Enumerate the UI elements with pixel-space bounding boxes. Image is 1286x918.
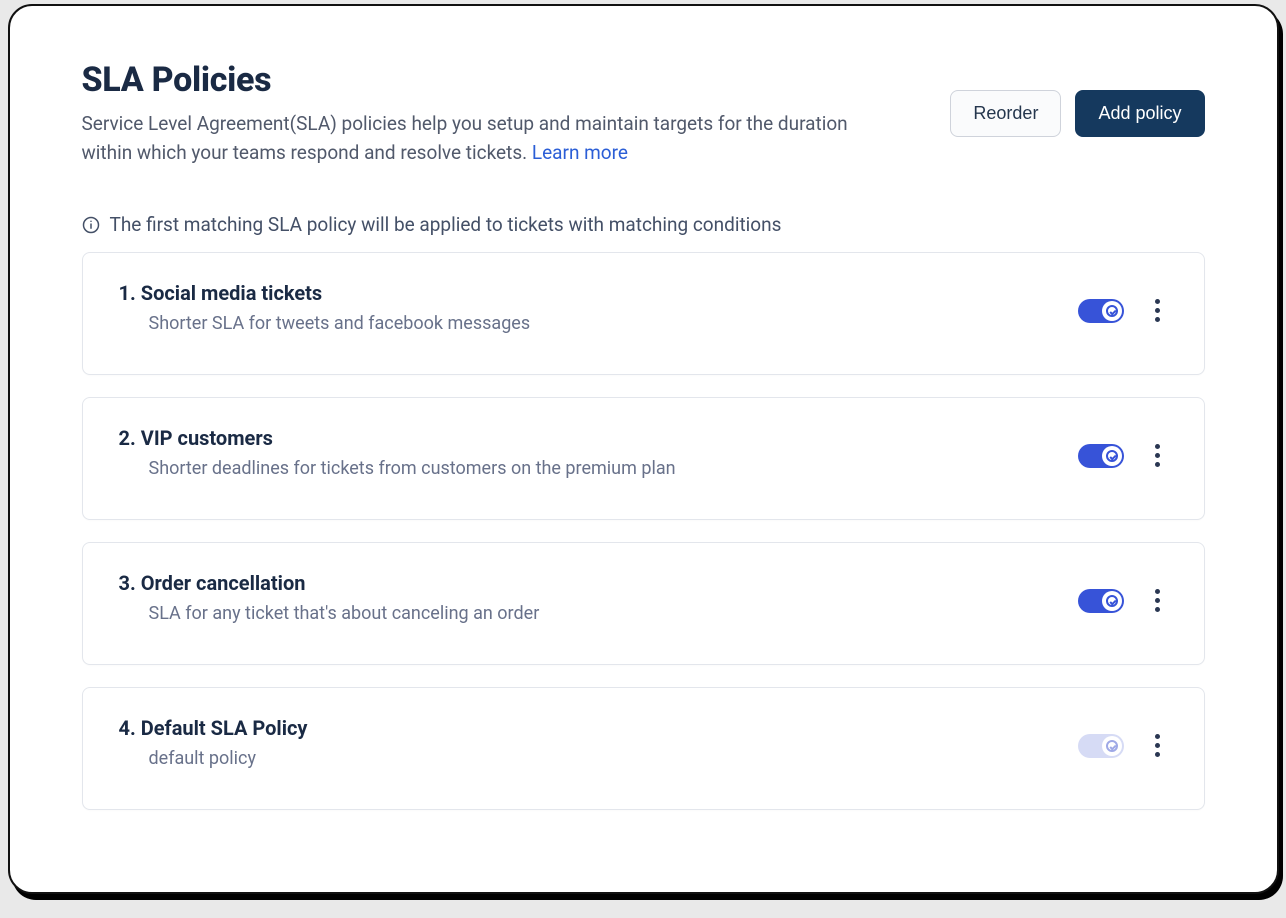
toggle-knob — [1102, 446, 1122, 466]
policy-card[interactable]: 1. Social media tickets Shorter SLA for t… — [82, 252, 1205, 375]
info-icon — [82, 216, 100, 234]
policy-name: Default SLA Policy — [141, 716, 308, 740]
policy-toggle[interactable] — [1078, 299, 1124, 323]
reorder-button[interactable]: Reorder — [950, 90, 1061, 137]
check-icon — [1106, 595, 1118, 607]
kebab-menu-icon[interactable] — [1148, 295, 1168, 326]
policy-title: 1. Social media tickets — [119, 281, 1058, 305]
policy-info: 2. VIP customers Shorter deadlines for ti… — [119, 426, 1058, 479]
subtitle-text: Service Level Agreement(SLA) policies he… — [82, 112, 848, 164]
toggle-knob — [1102, 591, 1122, 611]
learn-more-link[interactable]: Learn more — [532, 141, 628, 164]
policy-title: 4. Default SLA Policy — [119, 716, 1058, 740]
toggle-knob — [1102, 736, 1122, 756]
policy-number: 1. — [119, 281, 141, 305]
policy-card[interactable]: 3. Order cancellation SLA for any ticket … — [82, 542, 1205, 665]
policy-name: Order cancellation — [141, 571, 306, 595]
policy-number: 3. — [119, 571, 141, 595]
toggle-knob — [1102, 301, 1122, 321]
policy-card[interactable]: 4. Default SLA Policy default policy — [82, 687, 1205, 810]
sla-policies-window: SLA Policies Service Level Agreement(SLA… — [8, 4, 1279, 894]
policy-name: Social media tickets — [141, 281, 322, 305]
policy-toggle[interactable] — [1078, 444, 1124, 468]
header-actions: Reorder Add policy — [950, 90, 1204, 137]
policy-name: VIP customers — [141, 426, 273, 450]
policy-info: 4. Default SLA Policy default policy — [119, 716, 1058, 769]
page-subtitle: Service Level Agreement(SLA) policies he… — [82, 110, 902, 167]
check-icon — [1106, 305, 1118, 317]
add-policy-button[interactable]: Add policy — [1075, 90, 1204, 137]
kebab-menu-icon[interactable] — [1148, 440, 1168, 471]
info-note-text: The first matching SLA policy will be ap… — [110, 213, 782, 236]
header-text: SLA Policies Service Level Agreement(SLA… — [82, 60, 902, 167]
page-title: SLA Policies — [82, 60, 902, 100]
kebab-menu-icon[interactable] — [1148, 730, 1168, 761]
check-icon — [1106, 450, 1118, 462]
policy-toggle[interactable] — [1078, 734, 1124, 758]
policy-title: 2. VIP customers — [119, 426, 1058, 450]
policy-info: 1. Social media tickets Shorter SLA for t… — [119, 281, 1058, 334]
policy-description: Shorter SLA for tweets and facebook mess… — [149, 313, 1058, 334]
policy-description: SLA for any ticket that's about cancelin… — [149, 603, 1058, 624]
check-icon — [1106, 740, 1118, 752]
policies-list: 1. Social media tickets Shorter SLA for t… — [82, 252, 1205, 810]
policy-controls — [1078, 440, 1168, 471]
policy-number: 2. — [119, 426, 141, 450]
policy-card[interactable]: 2. VIP customers Shorter deadlines for ti… — [82, 397, 1205, 520]
policy-controls — [1078, 730, 1168, 761]
policy-title: 3. Order cancellation — [119, 571, 1058, 595]
header-row: SLA Policies Service Level Agreement(SLA… — [82, 60, 1205, 167]
policy-info: 3. Order cancellation SLA for any ticket … — [119, 571, 1058, 624]
kebab-menu-icon[interactable] — [1148, 585, 1168, 616]
policy-number: 4. — [119, 716, 141, 740]
policy-controls — [1078, 585, 1168, 616]
policy-controls — [1078, 295, 1168, 326]
policy-toggle[interactable] — [1078, 589, 1124, 613]
policy-description: default policy — [149, 748, 1058, 769]
info-note: The first matching SLA policy will be ap… — [82, 213, 1205, 236]
policy-description: Shorter deadlines for tickets from custo… — [149, 458, 1058, 479]
